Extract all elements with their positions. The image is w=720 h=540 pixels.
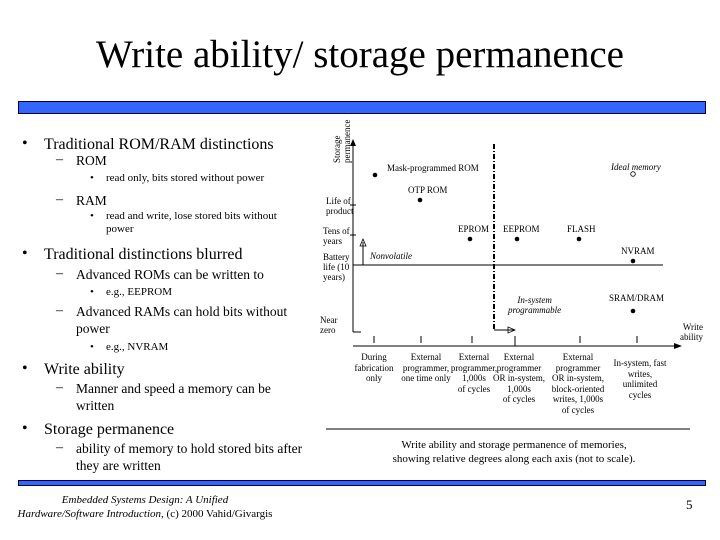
x-label-line: unlimited [622,379,658,389]
x-label-line: External [562,352,594,362]
footer-citation: Embedded Systems Design: A Unified Hardw… [10,493,280,521]
y-label-line: Tens of [323,226,350,236]
data-point-flash [576,236,582,242]
bullet-text: Manner and speed a memory can be written [76,381,271,413]
chart-caption: Write ability and storage permanence of … [313,438,715,466]
x-category-label: In-system, fast writes, unlimited cycles [605,358,675,400]
footer-line-2: Hardware/Software Introduction, (c) 2000… [10,507,280,521]
y-axis-title: Storage permanence [332,120,352,163]
footer-book-subtitle: Hardware/Software Introduction, [17,508,164,520]
bullet-text: Advanced RAMs can hold bits without powe… [76,304,288,336]
bullet-text: RAM [76,193,107,208]
x-label-line: writes, 1,000s [552,394,604,404]
memory-chart: Mask-programmed ROM OTP ROM EPROM EEPROM FLA… [318,115,720,475]
bullet-text: Traditional distinctions blurred [44,246,243,263]
y-label-line: zero [320,325,336,335]
x-label-line: cycles [628,389,652,400]
bullet-marker: • [90,210,94,222]
y-label-line: Battery [323,252,350,262]
caption-line: showing relative degrees along each axis… [392,453,636,465]
data-point-mask-programmed-rom [372,172,378,178]
point-label: EEPROM [503,224,540,234]
point-label: OTP ROM [408,185,448,195]
bullet-marker: – [56,192,63,207]
x-label-line: OR in-system, [551,373,604,383]
bullet-text: ROM [76,153,107,168]
bullet-marker: • [22,245,28,262]
point-label: Mask-programmed ROM [387,163,479,173]
point-label: SRAM/DRAM [609,293,665,303]
y-label-line: Life of [326,196,351,206]
footer-copyright: (c) 2000 Vahid/Givargis [163,508,273,520]
bullet-text: Storage permanence [44,421,175,438]
x-label-line: In-system, fast [613,358,667,368]
y-label-line: life (10 [323,262,350,272]
y-axis-title-line: permanence [342,119,352,163]
x-axis-title-line: Write [682,322,703,332]
bullet-text: read only, bits stored without power [106,172,265,184]
x-axis-title-line: ability [680,332,703,342]
bullet-text: read and write, lose stored bits without… [106,210,277,235]
bullet-marker: – [56,303,63,318]
y-label-line: Near [320,315,338,325]
annotation-line: programmable [508,305,562,315]
y-label-line: years) [323,272,345,282]
bullet-marker: • [90,286,94,298]
data-point-eeprom [514,236,520,242]
x-category-label: External programmer OR in-system, block-ori… [543,352,613,415]
bullet-text: ability of memory to hold stored bits af… [76,441,303,473]
bullet-marker: – [56,266,63,281]
y-category-label: Near zero [320,315,338,335]
bullet-marker: • [90,172,94,184]
y-label-line: product [326,206,354,216]
bullet-text: e.g., EEPROM [106,286,172,298]
x-axis-arrow [674,343,682,349]
bullet-marker: – [56,152,63,167]
point-label: EPROM [458,224,490,234]
annotation-in-system-programmable: In-system programmable [508,295,561,315]
x-label-line: of cycles [561,404,595,415]
data-point-eprom [467,236,473,242]
bullet-marker: – [56,380,63,395]
bullet-marker: • [90,341,94,353]
caption-line: Write ability and storage permanence of … [401,439,627,451]
data-point-sram-dram [630,308,636,314]
point-label: Ideal memory [611,162,661,172]
y-category-label: Battery life (10 years) [323,252,350,282]
point-label: NVRAM [621,246,655,256]
y-axis-title-line: Storage [332,135,342,164]
bullet-text: Write ability [44,361,125,378]
title-accent-bar [18,101,706,114]
footer-line-1: Embedded Systems Design: A Unified [61,494,229,506]
bullet-text: Advanced ROMs can be written to [76,267,264,282]
data-point-ideal-memory [630,171,636,177]
bullet-marker: • [22,135,28,152]
x-label-line: programmer [555,362,601,373]
annotation-nonvolatile: Nonvolatile [370,251,412,261]
data-point-otp-rom [417,197,423,203]
slide-title: Write ability/ storage permanence [96,33,624,76]
x-label-line: block-oriented [551,383,605,394]
y-label-line: years [323,236,342,246]
y-category-label: Tens of years [323,226,350,246]
bullet-marker: • [22,420,28,437]
footer-accent-bar [18,480,706,486]
x-label-line: writes, [627,368,653,379]
annotation-line: In-system [517,295,552,305]
data-point-nvram [630,258,636,264]
bullet-marker: • [22,360,28,377]
y-category-label: Life of product [326,196,354,216]
page-number: 5 [686,497,693,512]
bullet-text: e.g., NVRAM [106,341,169,353]
point-label: FLASH [567,224,596,234]
bullet-marker: – [56,440,63,455]
x-axis-title: Write ability [653,322,703,342]
